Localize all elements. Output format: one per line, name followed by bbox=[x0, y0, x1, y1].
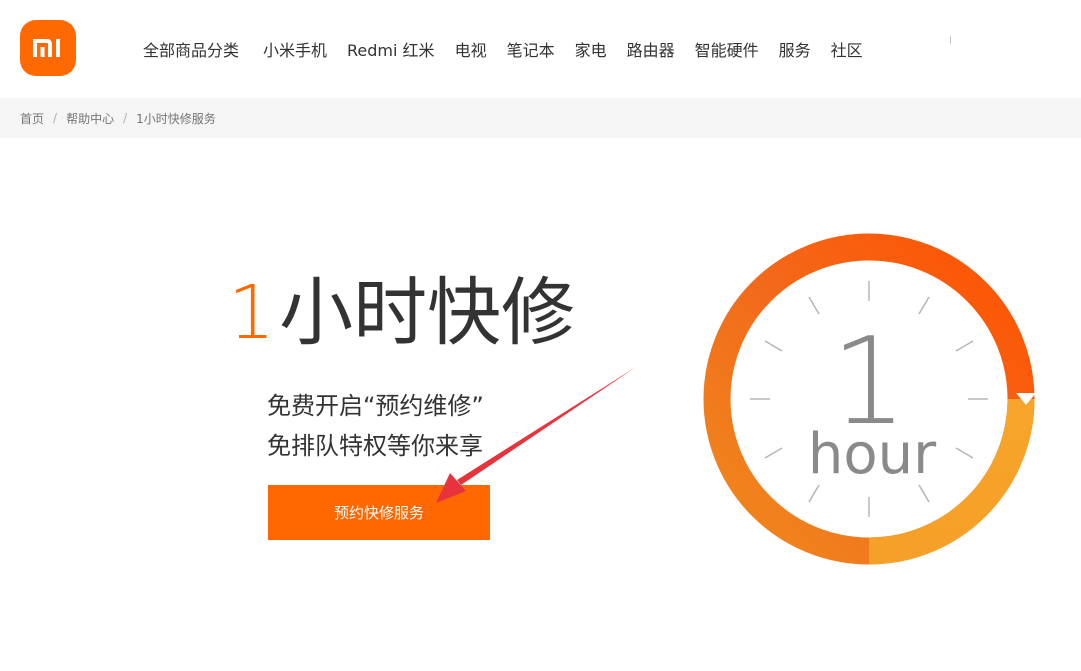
search-caret bbox=[950, 36, 951, 44]
promo-line-2: 免排队特权等你来享 bbox=[267, 432, 483, 460]
nav-xiaomi-phones[interactable]: 小米手机 bbox=[263, 37, 327, 61]
breadcrumb-separator: / bbox=[53, 111, 58, 125]
title-text: 小时快修 bbox=[279, 270, 576, 356]
book-repair-button[interactable]: 预约快修服务 bbox=[268, 485, 490, 540]
main-nav: 全部商品分类 小米手机 Redmi 红米 电视 笔记本 家电 路由器 智能硬件 … bbox=[143, 36, 883, 62]
mi-logo[interactable] bbox=[20, 20, 76, 76]
promo-line-1: 免费开启“预约维修” bbox=[267, 392, 484, 420]
clock-unit: hour bbox=[808, 422, 937, 487]
nav-redmi[interactable]: Redmi 红米 bbox=[347, 37, 435, 61]
mi-logo-icon bbox=[33, 39, 60, 57]
breadcrumb: 首页 / 帮助中心 / 1小时快修服务 bbox=[0, 98, 1081, 138]
nav-appliances[interactable]: 家电 bbox=[575, 37, 607, 61]
site-header: 全部商品分类 小米手机 Redmi 红米 电视 笔记本 家电 路由器 智能硬件 … bbox=[0, 0, 1081, 98]
nav-community[interactable]: 社区 bbox=[831, 37, 863, 61]
nav-services[interactable]: 服务 bbox=[779, 37, 811, 61]
title-number: 1 bbox=[228, 270, 276, 356]
breadcrumb-current: 1小时快修服务 bbox=[136, 111, 216, 126]
nav-tv[interactable]: 电视 bbox=[455, 37, 487, 61]
one-hour-clock-icon: 1 hour bbox=[703, 233, 1036, 565]
nav-smart-hardware[interactable]: 智能硬件 bbox=[695, 37, 759, 61]
nav-all-categories[interactable]: 全部商品分类 bbox=[143, 37, 239, 61]
page-title: 1小时快修 bbox=[228, 268, 575, 358]
breadcrumb-home[interactable]: 首页 bbox=[20, 110, 44, 127]
nav-laptops[interactable]: 笔记本 bbox=[507, 37, 555, 61]
breadcrumb-help-center[interactable]: 帮助中心 bbox=[66, 110, 114, 127]
nav-routers[interactable]: 路由器 bbox=[627, 37, 675, 61]
breadcrumb-separator: / bbox=[123, 111, 128, 125]
